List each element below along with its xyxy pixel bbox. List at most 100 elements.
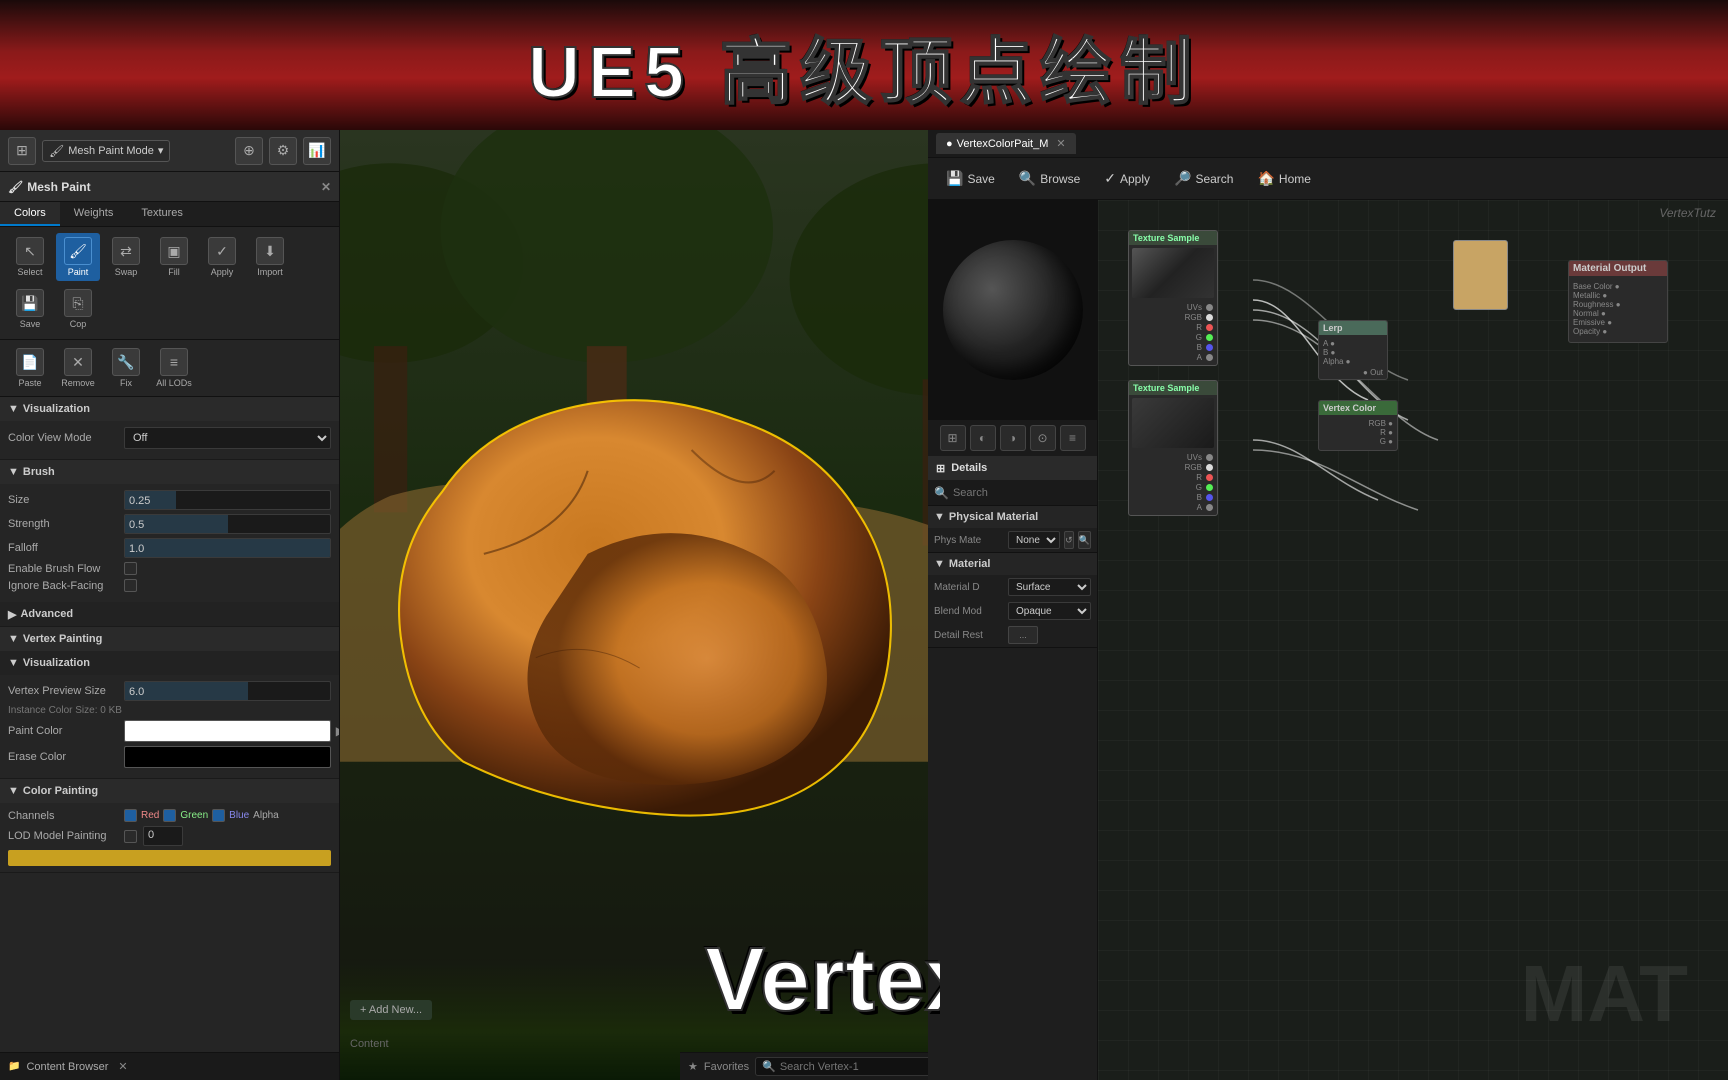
tool-select[interactable]: ↖ Select xyxy=(8,233,52,281)
tool-paste[interactable]: 📄 Paste xyxy=(8,344,52,392)
green-checkbox[interactable] xyxy=(163,809,176,822)
tool-apply[interactable]: ✓ Apply xyxy=(200,233,244,281)
strength-bar[interactable]: 0.5 xyxy=(124,514,331,534)
phys-mate-row: Phys Mate None ↺ 🔍 xyxy=(928,528,1097,552)
vertex-color-node[interactable]: Vertex Color RGB ● R ● G ● xyxy=(1318,400,1398,451)
details-icon: ⊞ xyxy=(936,462,945,475)
material-domain-select[interactable]: Surface xyxy=(1008,578,1091,596)
toolbar-icon-3[interactable]: ⚙ xyxy=(269,137,297,165)
viewport[interactable]: Custom Bro... xyxy=(340,130,940,1080)
tool-fill[interactable]: ▣ Fill xyxy=(152,233,196,281)
toolbar-icon-2[interactable]: ⊕ xyxy=(235,137,263,165)
tool-import[interactable]: ⬇ Import xyxy=(248,233,292,281)
mat-text: MAT xyxy=(1521,948,1688,1040)
vertex-painting-header[interactable]: ▼ Vertex Painting xyxy=(0,627,339,651)
mat-tab-close[interactable]: ✕ xyxy=(1056,137,1065,150)
add-new-button[interactable]: + Add New... xyxy=(350,1000,432,1020)
lod-value[interactable]: 0 xyxy=(143,826,183,846)
red-checkbox[interactable] xyxy=(124,809,137,822)
node-graph[interactable]: VertexTutz Texture Sample xyxy=(1098,200,1728,1080)
material-props-label: Material xyxy=(949,558,991,570)
tool-fix[interactable]: 🔧 Fix xyxy=(104,344,148,392)
brush-header[interactable]: ▼ Brush xyxy=(0,460,339,484)
blue-checkbox[interactable] xyxy=(212,809,225,822)
mat-tab-bar: ● VertexColorPait_M ✕ xyxy=(928,130,1728,158)
falloff-bar[interactable]: 1.0 xyxy=(124,538,331,558)
tool-all-lods[interactable]: ≡ All LODs xyxy=(152,344,196,392)
vertex-viz-header[interactable]: ▼ Visualization xyxy=(0,651,339,675)
size-bar[interactable]: 0.25 xyxy=(124,490,331,510)
advanced-header[interactable]: ▶ Advanced xyxy=(0,602,339,626)
mat-apply-button[interactable]: ✓ Apply xyxy=(1094,166,1160,191)
mesh-paint-mode-dropdown[interactable]: 🖌 Mesh Paint Mode ▾ xyxy=(42,140,170,162)
tool-copy[interactable]: ⎘ Cop xyxy=(56,285,100,333)
rock-svg xyxy=(380,190,920,980)
tex-node-1-preview xyxy=(1132,248,1214,298)
favorites-label: Favorites xyxy=(704,1061,749,1073)
material-domain-label: Material D xyxy=(934,582,1004,593)
mat-search-button[interactable]: 🔎 Search xyxy=(1164,166,1243,191)
details-header: ⊞ Details xyxy=(928,456,1097,480)
texture-sample-node-2[interactable]: Texture Sample UVs RGB R G B A xyxy=(1128,380,1218,516)
detail-rest-btn[interactable]: ... xyxy=(1008,626,1038,644)
toolbar-icon-1[interactable]: ⊞ xyxy=(8,137,36,165)
lerp-inputs: A ●B ●Alpha ● xyxy=(1323,337,1383,368)
search-input[interactable] xyxy=(780,1061,900,1073)
preview-size-bar[interactable]: 6.0 xyxy=(124,681,331,701)
paint-color-label: Paint Color xyxy=(8,725,118,737)
cb-close-icon[interactable]: ✕ xyxy=(118,1060,127,1073)
rock-container xyxy=(380,190,920,980)
size-label: Size xyxy=(8,494,118,506)
channels-row: Channels Red Green Blue Alpha xyxy=(8,809,331,822)
color-size-label: Instance Color Size: 0 KB xyxy=(8,705,122,716)
main-material-inputs: Base Color ● Metallic ● Roughness ● Norm… xyxy=(1573,278,1663,340)
phys-reset-btn[interactable]: ↺ xyxy=(1064,531,1074,549)
mat-browse-button[interactable]: 🔍 Browse xyxy=(1009,166,1090,191)
tool-swap[interactable]: ⇄ Swap xyxy=(104,233,148,281)
physical-material-header[interactable]: ▼ Physical Material xyxy=(928,506,1097,528)
erase-color-swatch[interactable] xyxy=(124,746,331,768)
ignore-back-checkbox[interactable] xyxy=(124,579,137,592)
favorites-search[interactable]: 🔍 xyxy=(755,1057,940,1076)
tool-paint[interactable]: 🖌 Paint xyxy=(56,233,100,281)
mat-search-label: Search xyxy=(1195,172,1233,186)
tab-weights[interactable]: Weights xyxy=(60,202,128,226)
tool-remove[interactable]: ✕ Remove xyxy=(56,344,100,392)
material-props-header[interactable]: ▼ Material xyxy=(928,553,1097,575)
mat-tab-vertex-color[interactable]: ● VertexColorPait_M ✕ xyxy=(936,133,1076,154)
falloff-value: 1.0 xyxy=(129,539,144,558)
prev-btn-5[interactable]: ≡ xyxy=(1060,425,1086,451)
lod-row: LOD Model Painting 0 xyxy=(8,826,331,846)
toolbar-icon-4[interactable]: 📊 xyxy=(303,137,331,165)
phys-search-btn[interactable]: 🔍 xyxy=(1078,531,1091,549)
fix-icon: 🔧 xyxy=(112,348,140,376)
mat-save-button[interactable]: 💾 Save xyxy=(936,166,1005,191)
prev-btn-1[interactable]: ⊞ xyxy=(940,425,966,451)
texture-sample-node-1[interactable]: Texture Sample UVs RGB R G B A xyxy=(1128,230,1218,366)
blend-mode-select[interactable]: Opaque xyxy=(1008,602,1091,620)
tab-colors[interactable]: Colors xyxy=(0,202,60,226)
prev-btn-4[interactable]: ⊙ xyxy=(1030,425,1056,451)
vertex-tuts-label: VertexTutz xyxy=(1659,206,1716,220)
material-preview-sphere xyxy=(943,240,1083,380)
color-painting-header[interactable]: ▼ Color Painting xyxy=(0,779,339,803)
color-view-mode-select[interactable]: Off RGB Alpha xyxy=(124,427,331,449)
brush-flow-checkbox[interactable] xyxy=(124,562,137,575)
tool-save[interactable]: 💾 Save xyxy=(8,285,52,333)
paint-color-swatch[interactable] xyxy=(124,720,331,742)
prev-btn-2[interactable]: ◐ xyxy=(970,425,996,451)
lerp-node[interactable]: Lerp A ●B ●Alpha ● ● Out xyxy=(1318,320,1388,380)
brush-section: ▼ Brush Size 0.25 Strength 0.5 xyxy=(0,460,339,627)
content-browser-tab-label[interactable]: Content Browser xyxy=(26,1061,108,1073)
close-mesh-paint-button[interactable]: ✕ xyxy=(321,180,331,194)
mat-home-button[interactable]: 🏠 Home xyxy=(1247,166,1320,191)
tab-textures[interactable]: Textures xyxy=(127,202,197,226)
material-output-node[interactable] xyxy=(1453,240,1508,310)
visualization-header[interactable]: ▼ Visualization xyxy=(0,397,339,421)
lod-checkbox[interactable] xyxy=(124,830,137,843)
phys-mate-select[interactable]: None xyxy=(1008,531,1060,549)
prev-btn-3[interactable]: ◑ xyxy=(1000,425,1026,451)
main-material-node[interactable]: Material Output Base Color ● Metallic ● … xyxy=(1568,260,1668,343)
details-search-input[interactable] xyxy=(953,487,1095,499)
home-icon-mat: 🏠 xyxy=(1257,170,1274,187)
